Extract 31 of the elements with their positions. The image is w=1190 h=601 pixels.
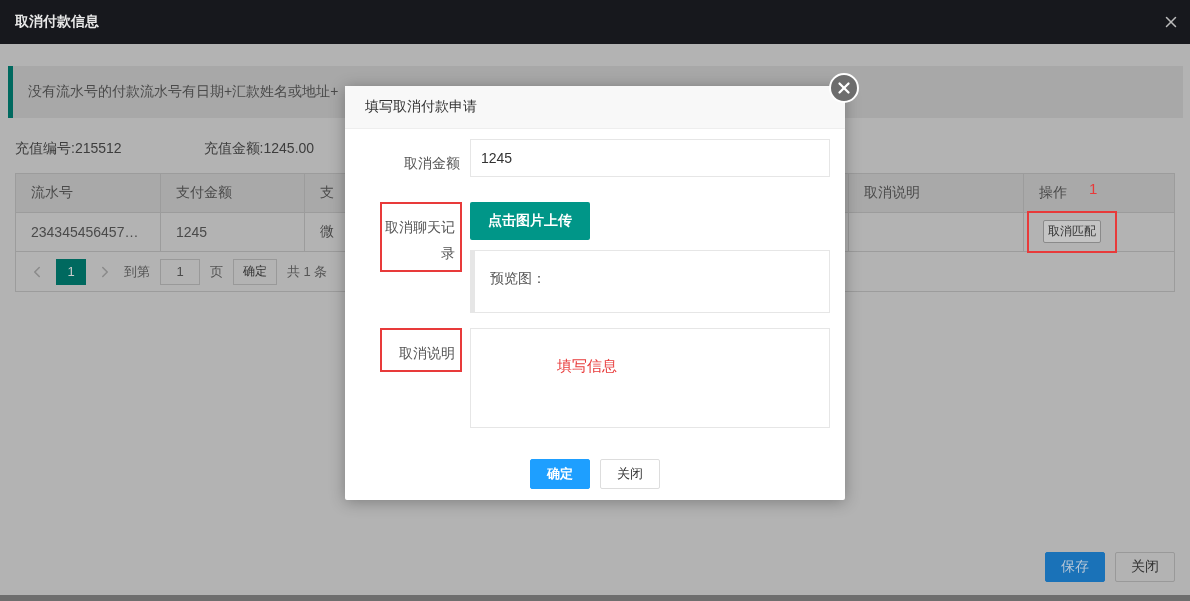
column-header: 取消说明 <box>849 174 1024 213</box>
dialog-title: 填写取消付款申请 <box>365 98 477 116</box>
close-button[interactable]: 关闭 <box>600 459 660 489</box>
annotation-number: 1 <box>1089 180 1098 197</box>
page-unit: 页 <box>210 262 223 281</box>
total-count: 共 1 条 <box>287 262 328 281</box>
page-input[interactable]: 1 <box>160 258 200 285</box>
preview-label: 预览图： <box>490 270 546 286</box>
confirm-button[interactable]: 确定 <box>233 258 277 285</box>
notice-text: 没有流水号的付款流水号有日期+汇款姓名或地址+ <box>28 83 339 101</box>
description-field[interactable]: 填写信息 <box>470 328 830 428</box>
info-text: 充值编号:215512 <box>15 140 122 158</box>
table-cell: 1245 <box>161 213 305 252</box>
amount-field[interactable]: 1245 <box>470 139 830 177</box>
goto-label: 到第 <box>124 262 150 281</box>
field-label: 取消说明 <box>380 328 462 372</box>
column-header: 支付金额 <box>161 174 305 213</box>
info-text: 充值金额:1245.00 <box>203 140 315 158</box>
window-title: 取消付款信息 <box>15 13 99 31</box>
upload-button[interactable]: 点击图片上传 <box>470 202 590 240</box>
page-button[interactable]: 1 <box>56 258 86 285</box>
field-label: 取消聊天记录 <box>380 202 462 272</box>
confirm-button[interactable]: 确定 <box>530 459 590 489</box>
annotation-text: 填写信息 <box>557 357 617 376</box>
field-label: 取消金额 <box>403 154 461 173</box>
close-button[interactable]: 关闭 <box>1115 552 1175 582</box>
column-header: 流水号 <box>16 174 161 213</box>
save-button[interactable]: 保存 <box>1045 552 1105 582</box>
cancel-match-button[interactable]: 取消匹配 <box>1043 220 1101 243</box>
table-cell: 234345456457… <box>16 213 161 252</box>
close-icon <box>835 79 853 97</box>
